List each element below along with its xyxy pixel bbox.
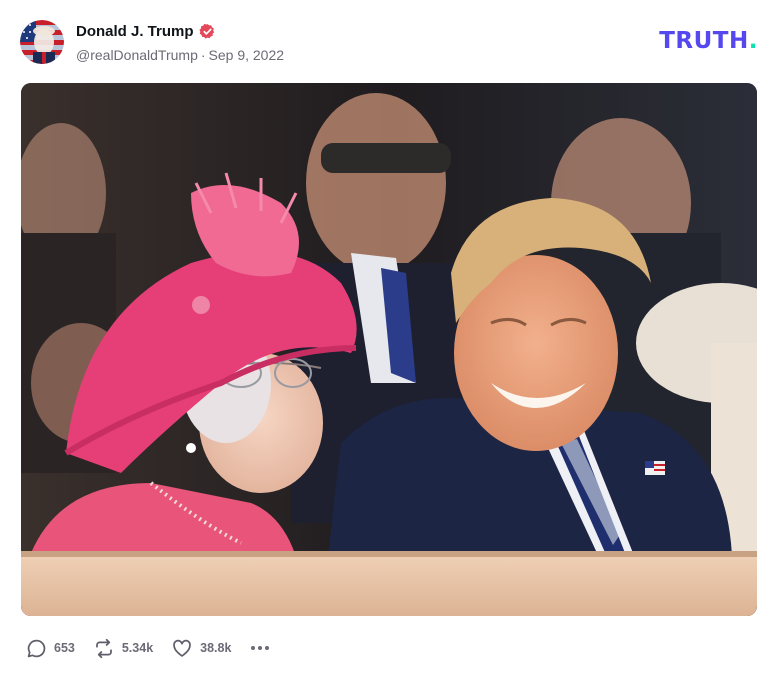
author-meta-row: @realDonaldTrump · Sep 9, 2022: [76, 47, 284, 63]
truth-logo[interactable]: TRUTH.: [659, 28, 758, 54]
truth-logo-text: TRUTH: [659, 28, 749, 54]
post-actions: 653 5.34k 38.8k: [26, 636, 271, 660]
more-dot: [251, 646, 256, 650]
reply-button[interactable]: 653: [26, 638, 75, 659]
author-name-row: Donald J. Trump: [76, 23, 216, 40]
like-button[interactable]: 38.8k: [171, 638, 231, 659]
author-display-name[interactable]: Donald J. Trump: [76, 23, 194, 40]
more-dot: [258, 646, 263, 650]
verified-badge-icon: [198, 23, 216, 40]
more-dot: [265, 646, 270, 650]
author-avatar[interactable]: [20, 20, 64, 64]
post-header: Donald J. Trump @realDonaldTrump · Sep 9, …: [20, 20, 758, 66]
author-handle[interactable]: @realDonaldTrump: [76, 47, 198, 63]
retruth-button[interactable]: 5.34k: [93, 638, 153, 659]
truth-post: Donald J. Trump @realDonaldTrump · Sep 9, …: [0, 0, 778, 678]
retruth-icon: [95, 638, 112, 658]
post-photo[interactable]: [21, 83, 757, 616]
more-options-icon[interactable]: [249, 642, 271, 654]
retruth-count: 5.34k: [121, 641, 154, 655]
reply-icon: [27, 639, 46, 657]
truth-logo-dot: .: [748, 28, 758, 54]
like-count: 38.8k: [200, 641, 232, 655]
heart-icon: [173, 639, 191, 657]
photo-illustration: [21, 83, 757, 616]
reply-count: 653: [54, 641, 75, 655]
post-date[interactable]: Sep 9, 2022: [209, 47, 285, 63]
avatar-image: [20, 20, 64, 64]
meta-separator: ·: [200, 47, 206, 63]
